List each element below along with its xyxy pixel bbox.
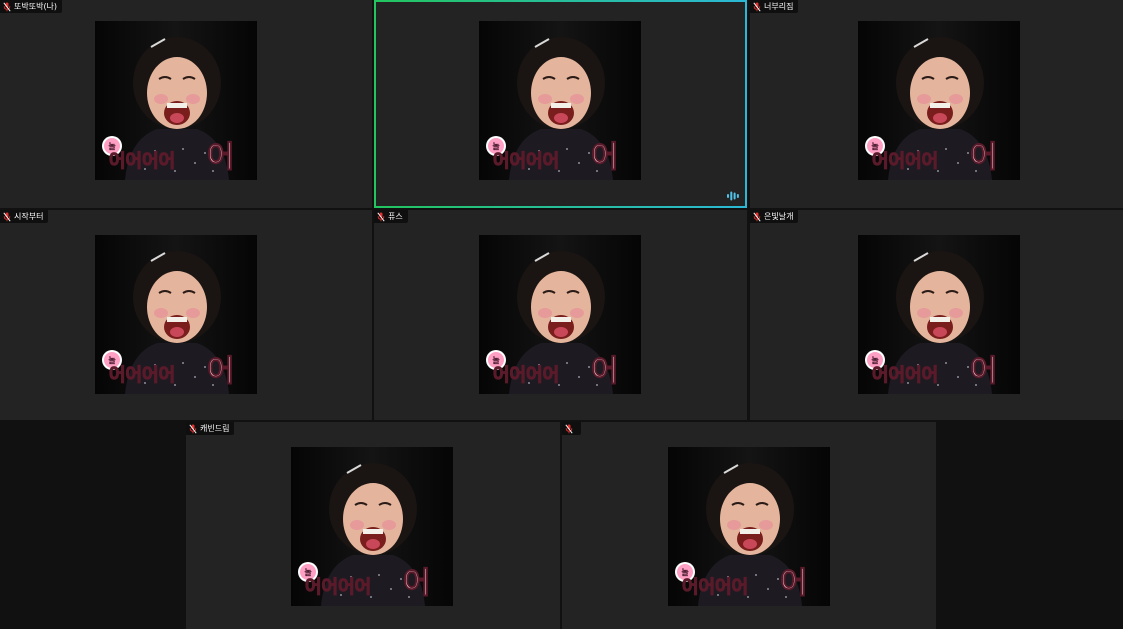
participant-video: [95, 235, 257, 394]
participant-tile-1[interactable]: 또박또박(나): [0, 0, 372, 208]
participant-tile-4[interactable]: 시작부터: [0, 210, 372, 420]
participant-name: 너부리짐: [764, 2, 794, 11]
participant-tile-8[interactable]: [562, 422, 936, 629]
participant-video: [479, 235, 641, 394]
mic-off-icon: [753, 212, 761, 222]
participant-name-tag: 퓨스: [374, 210, 408, 223]
participant-name: 시작부터: [14, 212, 44, 221]
participant-name: 캐빈드림: [200, 424, 230, 433]
participant-video: [668, 447, 830, 606]
participant-tile-2-active-speaker[interactable]: [374, 0, 747, 208]
participant-name-tag: 캐빈드림: [186, 422, 235, 435]
participant-name-tag: 은빛날개: [750, 210, 799, 223]
audio-level-icon: [727, 191, 739, 201]
participant-video: [291, 447, 453, 606]
participant-tile-6[interactable]: 은빛날개: [750, 210, 1123, 420]
mic-off-icon: [189, 424, 197, 434]
participant-name: 또박또박(나): [14, 2, 58, 11]
participant-video: [858, 235, 1020, 394]
participant-name: 은빛날개: [764, 212, 794, 221]
participant-name-tag: 또박또박(나): [0, 0, 63, 13]
mic-off-icon: [565, 424, 573, 434]
participant-tile-3[interactable]: 너부리짐: [750, 0, 1123, 208]
mic-off-icon: [377, 212, 385, 222]
mic-off-icon: [3, 212, 11, 222]
participant-video: [858, 21, 1020, 180]
participant-name-tag: 시작부터: [0, 210, 49, 223]
mic-off-icon: [3, 2, 11, 12]
mic-off-icon: [753, 2, 761, 12]
participant-tile-7[interactable]: 캐빈드림: [186, 422, 560, 629]
participant-name: 퓨스: [388, 212, 403, 221]
participant-video: [479, 21, 641, 180]
participant-video: [95, 21, 257, 180]
participant-tile-5[interactable]: 퓨스: [374, 210, 747, 420]
participant-name-tag: 너부리짐: [750, 0, 799, 13]
participant-name-tag: [562, 422, 581, 435]
